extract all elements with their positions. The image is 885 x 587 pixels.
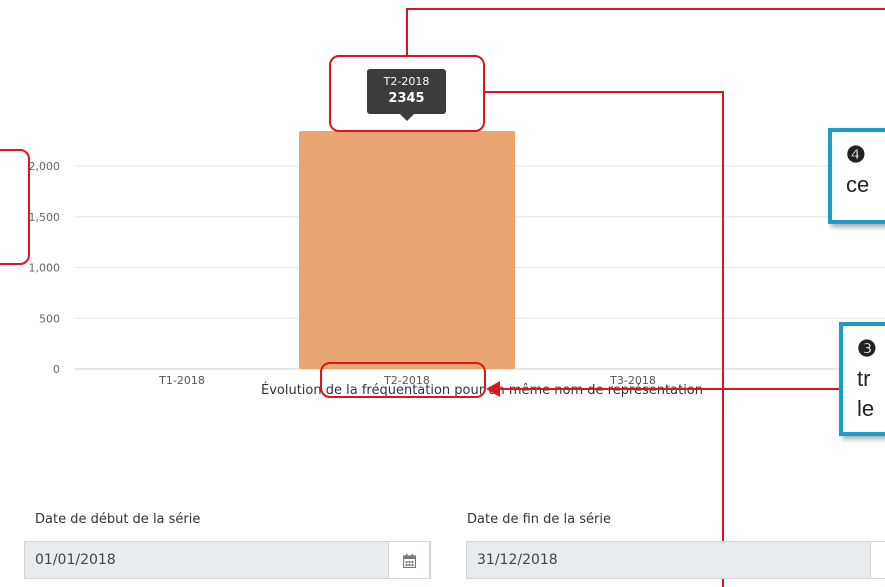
annotation-line (406, 8, 885, 10)
callout-3-number: ❸ (857, 336, 877, 361)
calendar-icon (403, 554, 416, 568)
callout-3-line-1: tr (857, 366, 871, 391)
x-tick-label: T1-2018 (158, 374, 205, 387)
tooltip-highlight (329, 55, 485, 132)
annotation-line (406, 8, 408, 56)
y-tick-label: 0 (53, 363, 60, 376)
end-date-field[interactable]: 31/12/2018 (466, 541, 885, 579)
x-label-highlight (320, 362, 486, 398)
annotation-line (485, 91, 723, 93)
y-axis-highlight (0, 149, 30, 265)
callout-4: ❹ ce (828, 128, 885, 224)
start-date-value: 01/01/2018 (35, 552, 116, 568)
callout-4-number: ❹ (846, 142, 866, 167)
y-tick-label: 1,500 (29, 211, 61, 224)
callout-3-line-2: le (857, 396, 875, 421)
bar-t2-2018[interactable] (299, 131, 515, 369)
callout-4-text: ce (846, 172, 870, 197)
end-date-value: 31/12/2018 (477, 552, 558, 568)
end-calendar-button[interactable] (870, 541, 885, 579)
start-date-field[interactable]: 01/01/2018 (24, 541, 431, 579)
callout-3: ❸ tr le (839, 322, 885, 436)
annotation-arrow-line (496, 388, 839, 390)
start-calendar-button[interactable] (388, 541, 430, 579)
y-tick-label: 1,000 (29, 262, 61, 275)
annotation-line (722, 91, 724, 587)
end-date-label: Date de fin de la série (467, 512, 611, 527)
start-date-label: Date de début de la série (35, 512, 201, 527)
y-tick-label: 500 (39, 312, 60, 325)
y-tick-label: 2,000 (29, 160, 61, 173)
arrow-head-icon (486, 381, 500, 397)
